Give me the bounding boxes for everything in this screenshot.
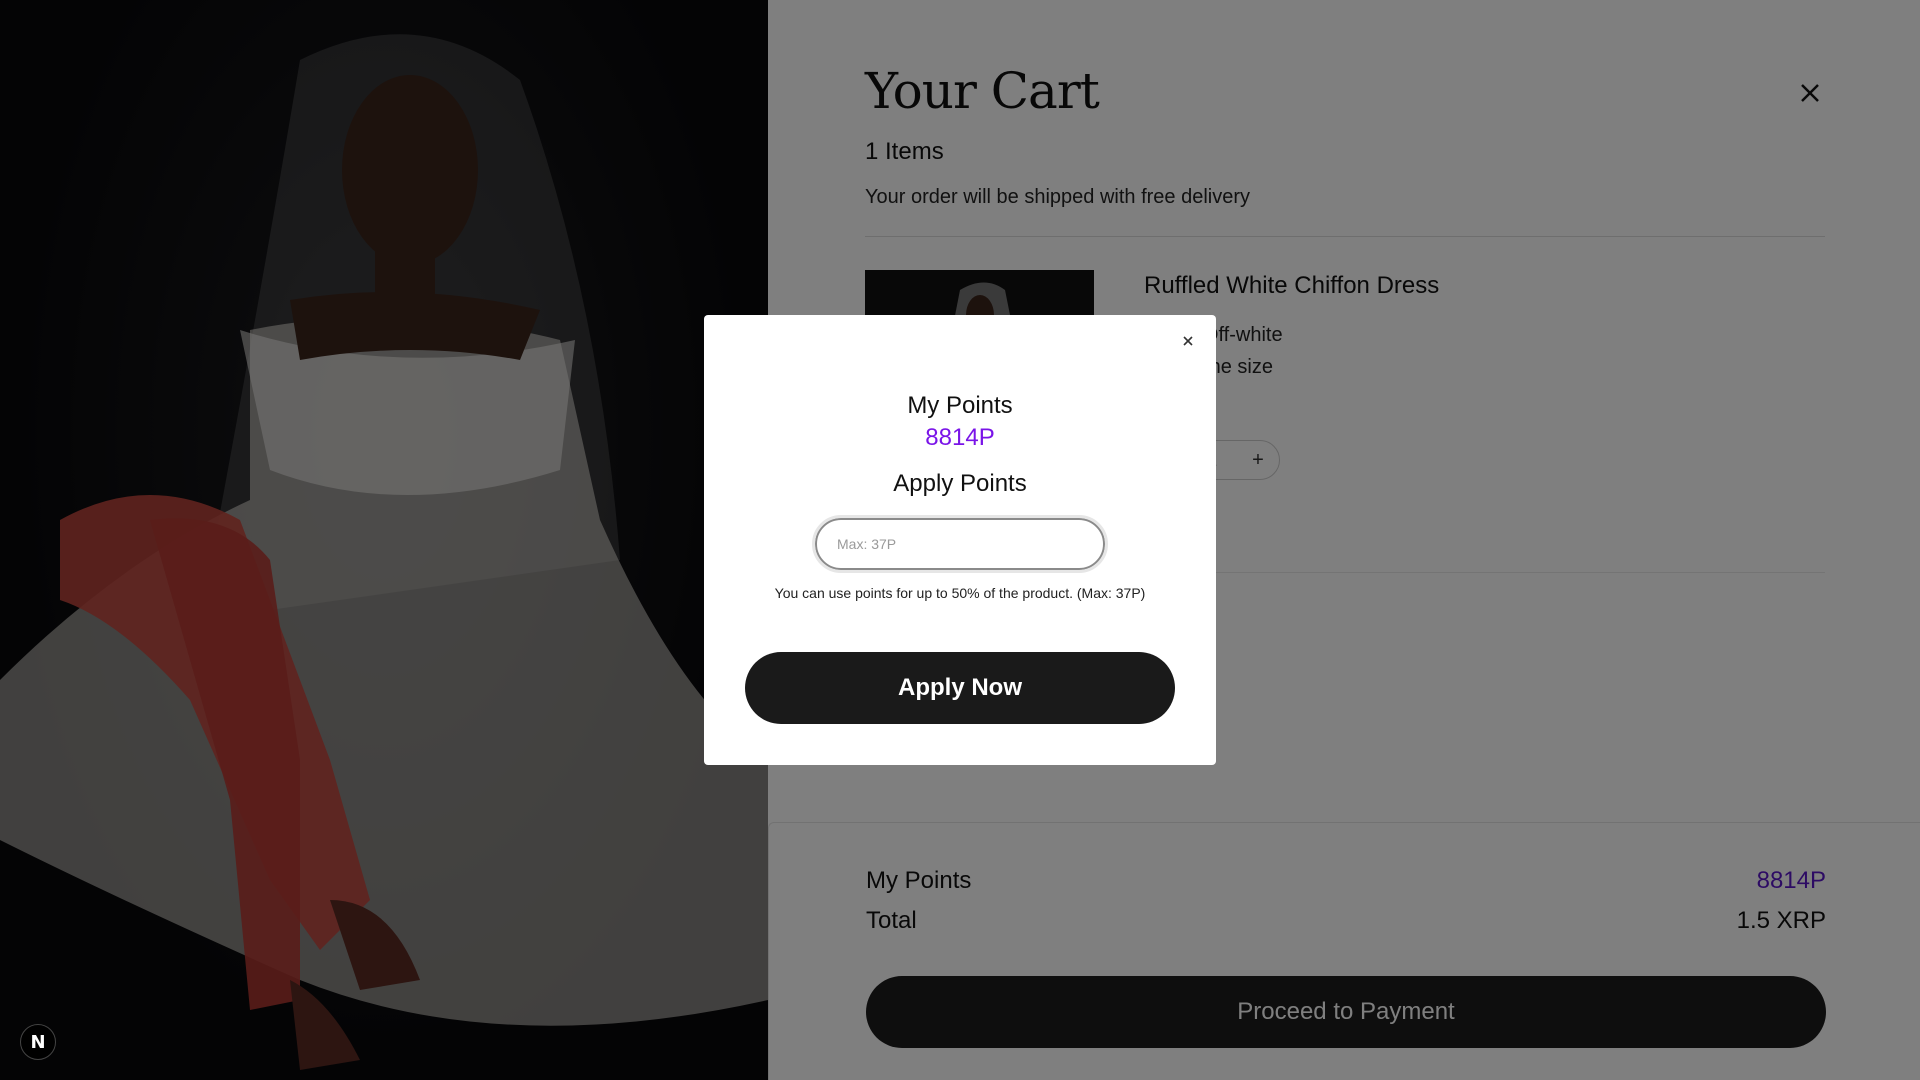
nextjs-dev-badge[interactable]: N bbox=[20, 1024, 56, 1060]
apply-points-heading: Apply Points bbox=[893, 470, 1027, 497]
points-modal: My Points 8814P Apply Points You can use… bbox=[704, 315, 1216, 765]
close-icon bbox=[1183, 336, 1193, 346]
apply-now-button[interactable]: Apply Now bbox=[745, 652, 1175, 724]
modal-title: My Points bbox=[907, 392, 1013, 419]
points-input[interactable] bbox=[812, 515, 1108, 573]
points-hint: You can use points for up to 50% of the … bbox=[774, 585, 1146, 601]
modal-close-button[interactable] bbox=[1176, 329, 1200, 353]
modal-points-balance: 8814P bbox=[925, 424, 995, 451]
